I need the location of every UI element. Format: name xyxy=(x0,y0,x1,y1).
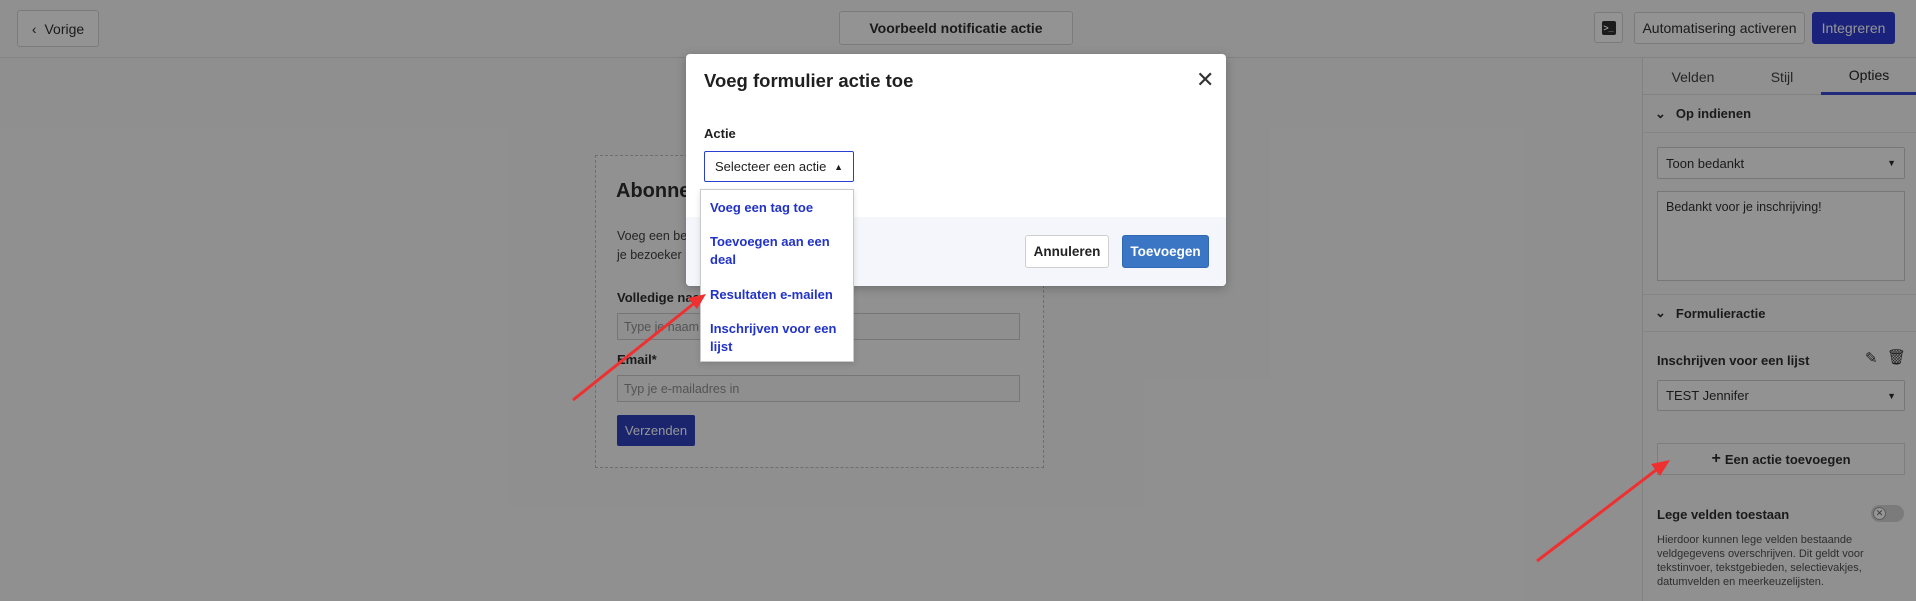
option-add-tag[interactable]: Voeg een tag toe xyxy=(710,199,850,217)
caret-up-icon: ▲ xyxy=(834,161,843,172)
action-field-label: Actie xyxy=(704,126,736,141)
action-select-placeholder: Selecteer een actie xyxy=(715,159,827,174)
cancel-button[interactable]: Annuleren xyxy=(1025,235,1109,268)
action-dropdown-menu: Voeg een tag toe Toevoegen aan een deal … xyxy=(700,189,854,362)
option-subscribe-to-list[interactable]: Inschrijven voor een lijst xyxy=(710,320,850,356)
add-button[interactable]: Toevoegen xyxy=(1122,235,1209,268)
action-select[interactable]: Selecteer een actie ▲ xyxy=(704,151,854,182)
close-icon[interactable]: ✕ xyxy=(1196,67,1214,93)
option-add-to-deal[interactable]: Toevoegen aan een deal xyxy=(710,233,850,269)
option-email-results[interactable]: Resultaten e-mailen xyxy=(710,286,850,304)
modal-title: Voeg formulier actie toe xyxy=(704,70,914,91)
